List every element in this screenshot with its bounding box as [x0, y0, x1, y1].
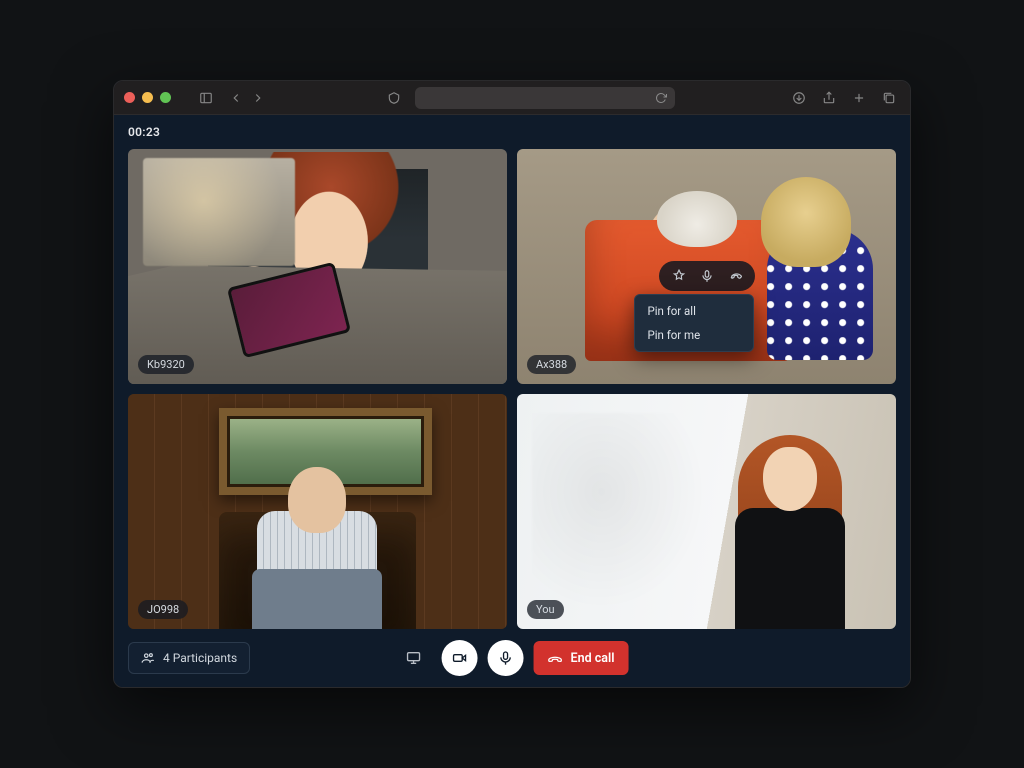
participants-button[interactable]: 4 Participants: [128, 642, 250, 674]
share-icon[interactable]: [818, 87, 840, 109]
window-zoom-icon[interactable]: [160, 92, 171, 103]
hang-up-icon: [548, 651, 563, 666]
participants-label: 4 Participants: [163, 651, 237, 665]
browser-window: 00:23 Kb9320: [113, 80, 911, 688]
hang-up-icon: [728, 269, 742, 283]
camera-icon: [452, 650, 468, 666]
pin-for-me-item[interactable]: Pin for me: [635, 323, 753, 347]
window-close-icon[interactable]: [124, 92, 135, 103]
mute-participant-button[interactable]: [695, 264, 719, 288]
call-timer: 00:23: [128, 125, 160, 139]
participant-tile[interactable]: JO998: [128, 394, 507, 629]
tab-overview-icon[interactable]: [878, 87, 900, 109]
menu-item-label: Pin for me: [647, 328, 700, 342]
downloads-icon[interactable]: [788, 87, 810, 109]
participants-icon: [141, 651, 155, 665]
pin-icon: [672, 269, 686, 283]
window-traffic-lights: [124, 92, 171, 103]
privacy-tracker-icon[interactable]: [383, 87, 405, 109]
menu-item-label: Pin for all: [647, 304, 695, 318]
screenshare-icon: [406, 650, 422, 666]
participant-name: Ax388: [536, 358, 567, 371]
reload-icon[interactable]: [655, 92, 667, 104]
call-toolbar: 4 Participants End call: [114, 629, 910, 687]
pin-button[interactable]: [667, 264, 691, 288]
person-hair-icon: [657, 191, 737, 247]
remove-participant-button[interactable]: [723, 264, 747, 288]
participant-name: You: [536, 603, 555, 616]
person-figure-icon: [242, 460, 394, 629]
participant-name-badge: Kb9320: [138, 355, 194, 374]
participant-tile[interactable]: Kb9320: [128, 149, 507, 384]
person-hair-icon: [761, 177, 851, 267]
microphone-icon: [700, 269, 714, 283]
participant-name-badge: JO998: [138, 600, 188, 619]
pin-for-all-item[interactable]: Pin for all: [635, 299, 753, 323]
video-grid: Kb9320: [114, 149, 910, 629]
participant-name: Kb9320: [147, 358, 185, 371]
end-call-button[interactable]: End call: [534, 641, 629, 675]
video-call-app: 00:23 Kb9320: [114, 115, 910, 687]
nav-forward-icon[interactable]: [247, 87, 269, 109]
end-call-label: End call: [571, 651, 615, 666]
window-minimize-icon[interactable]: [142, 92, 153, 103]
participant-tile[interactable]: Pin for all Pin for me Ax388: [517, 149, 896, 384]
screenshare-button[interactable]: [396, 640, 432, 676]
new-tab-icon[interactable]: [848, 87, 870, 109]
microphone-icon: [498, 650, 514, 666]
whiteboard-reflection-icon: [532, 413, 706, 610]
mic-toggle-button[interactable]: [488, 640, 524, 676]
tile-controls: [659, 261, 755, 291]
person-figure-icon: [722, 427, 858, 629]
participant-name-badge: Ax388: [527, 355, 576, 374]
center-call-controls: End call: [396, 640, 629, 676]
camera-toggle-button[interactable]: [442, 640, 478, 676]
call-timer-bar: 00:23: [114, 115, 910, 149]
self-tile[interactable]: You: [517, 394, 896, 629]
address-bar[interactable]: [415, 87, 675, 109]
nav-back-icon[interactable]: [225, 87, 247, 109]
browser-chromebar: [114, 81, 910, 115]
pin-menu-popover: Pin for all Pin for me: [634, 294, 754, 352]
desktop: 00:23 Kb9320: [0, 0, 1024, 768]
participant-name-badge: You: [527, 600, 564, 619]
sidebar-toggle-icon[interactable]: [195, 87, 217, 109]
participant-name: JO998: [147, 603, 179, 616]
